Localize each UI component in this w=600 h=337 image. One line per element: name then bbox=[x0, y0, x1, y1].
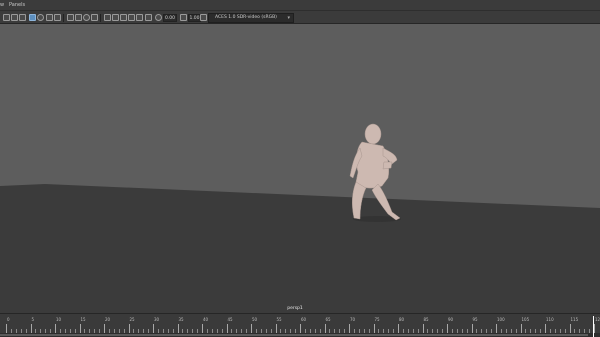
timeline-tick-label: 80 bbox=[399, 317, 405, 322]
timeline-major-tick bbox=[128, 324, 130, 333]
timeline-tick-label: 105 bbox=[521, 317, 530, 322]
timeline-major-tick bbox=[496, 324, 497, 333]
timeline-major-tick bbox=[545, 324, 546, 333]
timeline-major-tick bbox=[275, 324, 277, 333]
timeline-tick-label: 70 bbox=[350, 317, 356, 322]
timeline-tick-label: 75 bbox=[374, 317, 380, 322]
timeline-major-tick bbox=[471, 324, 473, 333]
resolution-gate-icon[interactable] bbox=[54, 14, 61, 21]
timeline-tick-label: 120 bbox=[595, 317, 600, 322]
timeline-tick-label: 25 bbox=[129, 317, 135, 322]
use-lights-icon[interactable] bbox=[104, 14, 111, 21]
viewport-toolbar: 0.00 1.00 ACES 1.0 SDR-video (sRGB) ▾ bbox=[0, 10, 600, 24]
timeline-major-tick bbox=[79, 324, 81, 333]
camera-select-icon[interactable] bbox=[3, 14, 10, 21]
timeline-major-tick bbox=[300, 324, 301, 333]
timeline-tick-label: 100 bbox=[497, 317, 505, 322]
3d-viewport[interactable] bbox=[0, 24, 600, 313]
bookmark-icon[interactable] bbox=[19, 14, 26, 21]
default-material-icon[interactable] bbox=[83, 14, 90, 21]
timeline-major-tick bbox=[398, 324, 399, 333]
playback-range-fill bbox=[0, 334, 588, 336]
camera-name-label: persp1 bbox=[287, 306, 303, 311]
timeline-tick-label: 20 bbox=[105, 317, 111, 322]
color-management-icon[interactable] bbox=[200, 14, 207, 21]
timeline-tick-label: 115 bbox=[570, 317, 579, 322]
timeline-major-tick bbox=[447, 324, 448, 333]
viewport-scene bbox=[0, 24, 600, 313]
timeline-tick-label: 60 bbox=[301, 317, 307, 322]
shadows-icon[interactable] bbox=[112, 14, 119, 21]
timeline-major-tick bbox=[373, 324, 375, 333]
timeline-tick-label: 30 bbox=[154, 317, 160, 322]
color-space-dropdown[interactable]: ACES 1.0 SDR-video (sRGB) ▾ bbox=[208, 13, 294, 23]
playback-range-bar[interactable] bbox=[0, 333, 600, 337]
camera-attributes-icon[interactable] bbox=[11, 14, 18, 21]
timeline-tick-label: 85 bbox=[423, 317, 429, 322]
menu-view[interactable]: w bbox=[0, 0, 4, 10]
timeline-tick-label: 15 bbox=[80, 317, 86, 322]
menu-panels[interactable]: Panels bbox=[9, 0, 25, 10]
wireframe-icon[interactable] bbox=[67, 14, 74, 21]
timeline-major-tick bbox=[520, 324, 522, 333]
exposure-field[interactable]: 0.00 bbox=[163, 14, 177, 22]
backface-culling-icon[interactable] bbox=[145, 14, 152, 21]
timeline-major-tick bbox=[104, 324, 105, 333]
gamma-icon[interactable] bbox=[180, 14, 187, 21]
viewport-menubar: w Panels bbox=[0, 0, 600, 10]
timeline-tick-label: 55 bbox=[276, 317, 282, 322]
timeline-major-tick bbox=[324, 324, 326, 333]
color-space-label: ACES 1.0 SDR-video (sRGB) bbox=[215, 15, 277, 20]
isolate-select-icon[interactable] bbox=[128, 14, 135, 21]
timeline-major-tick bbox=[202, 324, 203, 333]
timeline-major-tick bbox=[6, 324, 7, 333]
grid-icon[interactable] bbox=[37, 14, 44, 21]
timeline-major-tick bbox=[30, 324, 32, 333]
timeline-major-tick bbox=[251, 324, 252, 333]
image-plane-icon[interactable] bbox=[29, 14, 36, 21]
timeline-tick-label: 50 bbox=[252, 317, 258, 322]
timeline-tick-label: 65 bbox=[325, 317, 331, 322]
timeline-major-tick bbox=[55, 324, 56, 333]
timeline-major-tick bbox=[226, 324, 228, 333]
timeline-major-tick bbox=[153, 324, 154, 333]
timeline-major-tick bbox=[569, 324, 571, 333]
timeline-major-tick bbox=[349, 324, 350, 333]
timeline-playhead[interactable] bbox=[593, 316, 594, 337]
timeline-tick-label: 95 bbox=[472, 317, 478, 322]
timeline-tick-label: 0 bbox=[7, 317, 10, 322]
timeline-tick-label: 90 bbox=[448, 317, 454, 322]
timeline-tick-label: 10 bbox=[56, 317, 62, 322]
ambient-occlusion-icon[interactable] bbox=[120, 14, 127, 21]
timeline-major-tick bbox=[422, 324, 424, 333]
timeline-tick-label: 40 bbox=[203, 317, 209, 322]
timeline-tick-label: 110 bbox=[546, 317, 554, 322]
film-gate-icon[interactable] bbox=[46, 14, 53, 21]
toolbar-separator bbox=[100, 14, 101, 22]
xray-icon[interactable] bbox=[91, 14, 98, 21]
toolbar-separator bbox=[63, 14, 64, 22]
time-slider[interactable]: 0 5 10 15 20 25 30 35 40 45 50 55 60 65 70 75 80 85 90 95 10… bbox=[0, 313, 600, 337]
chevron-down-icon: ▾ bbox=[287, 15, 290, 21]
timeline-major-tick bbox=[594, 324, 595, 333]
timeline-tick-label: 5 bbox=[31, 317, 35, 322]
timeline-tick-label: 45 bbox=[227, 317, 233, 322]
timeline-tick-label: 35 bbox=[178, 317, 184, 322]
timeline-major-tick bbox=[177, 324, 179, 333]
xray-joints-icon[interactable] bbox=[136, 14, 143, 21]
exposure-icon[interactable] bbox=[155, 14, 162, 21]
smooth-shade-icon[interactable] bbox=[75, 14, 82, 21]
